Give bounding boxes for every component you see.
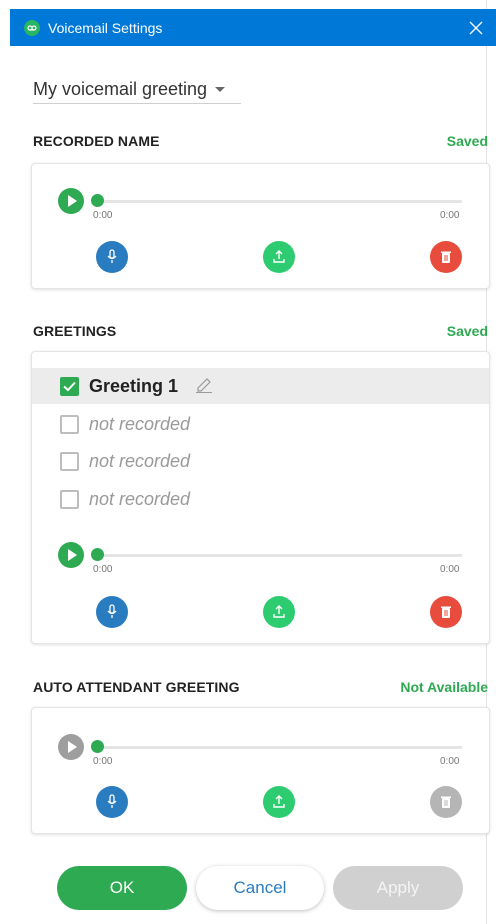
play-icon xyxy=(58,734,84,760)
greeting-2-label: not recorded xyxy=(89,413,191,434)
time-end: 0:00 xyxy=(440,564,460,575)
auto-attendant-player: 0:00 0:00 xyxy=(32,734,489,774)
auto-attendant-status: Not Available xyxy=(400,679,488,695)
greeting-4-label: not recorded xyxy=(89,488,191,509)
time-start: 0:00 xyxy=(93,564,113,575)
close-icon[interactable] xyxy=(456,9,496,46)
title-bar: Voicemail Settings xyxy=(10,9,496,46)
apply-button[interactable]: Apply xyxy=(333,866,463,910)
recorded-name-player: 0:00 0:00 xyxy=(32,188,489,228)
greetings-player: 0:00 0:00 xyxy=(32,542,489,582)
greeting-1-label: Greeting 1 xyxy=(89,375,179,396)
window-title: Voicemail Settings xyxy=(48,19,163,36)
upload-icon[interactable] xyxy=(263,786,295,818)
upload-icon[interactable] xyxy=(263,596,295,628)
window-left-edge xyxy=(0,0,10,924)
recorded-name-status: Saved xyxy=(446,133,488,149)
progress-track xyxy=(94,746,462,749)
progress-track[interactable] xyxy=(94,200,462,203)
cancel-button[interactable]: Cancel xyxy=(196,866,324,910)
greeting-1-checkbox[interactable] xyxy=(60,376,79,396)
microphone-icon[interactable] xyxy=(96,241,128,273)
time-end: 0:00 xyxy=(440,210,460,221)
greeting-3-label: not recorded xyxy=(89,450,191,471)
greetings-heading: GREETINGS xyxy=(33,323,117,339)
voicemail-app-icon xyxy=(24,19,40,36)
greeting-row-2[interactable]: not recorded xyxy=(32,406,489,442)
greeting-row-3[interactable]: not recorded xyxy=(32,443,489,479)
auto-attendant-card: 0:00 0:00 xyxy=(31,707,490,834)
ok-button[interactable]: OK xyxy=(57,866,187,910)
progress-track[interactable] xyxy=(94,554,462,557)
time-start: 0:00 xyxy=(93,210,113,221)
greeting-2-checkbox[interactable] xyxy=(60,414,79,434)
greeting-type-dropdown[interactable]: My voicemail greeting xyxy=(33,75,241,104)
greeting-4-checkbox[interactable] xyxy=(60,489,79,509)
greeting-row-1[interactable]: Greeting 1 xyxy=(32,368,489,404)
auto-attendant-heading: AUTO ATTENDANT GREETING xyxy=(33,679,240,695)
microphone-icon[interactable] xyxy=(96,596,128,628)
progress-knob[interactable] xyxy=(91,548,104,561)
upload-icon[interactable] xyxy=(263,241,295,273)
progress-knob xyxy=(91,740,104,753)
greetings-card: Greeting 1 not recorded not recorded not… xyxy=(31,351,490,644)
microphone-icon[interactable] xyxy=(96,786,128,818)
recorded-name-heading: RECORDED NAME xyxy=(33,133,160,149)
trash-icon xyxy=(430,786,462,818)
chevron-down-icon xyxy=(215,86,226,92)
greeting-3-checkbox[interactable] xyxy=(60,451,79,471)
dropdown-selected-value: My voicemail greeting xyxy=(33,78,208,99)
play-icon[interactable] xyxy=(58,542,84,568)
time-end: 0:00 xyxy=(440,756,460,767)
recorded-name-card: 0:00 0:00 xyxy=(31,163,490,289)
pencil-icon[interactable] xyxy=(194,375,214,398)
trash-icon[interactable] xyxy=(430,241,462,273)
trash-icon[interactable] xyxy=(430,596,462,628)
play-icon[interactable] xyxy=(58,188,84,214)
time-start: 0:00 xyxy=(93,756,113,767)
greeting-row-4[interactable]: not recorded xyxy=(32,481,489,517)
progress-knob[interactable] xyxy=(91,194,104,207)
greetings-status: Saved xyxy=(446,323,488,339)
